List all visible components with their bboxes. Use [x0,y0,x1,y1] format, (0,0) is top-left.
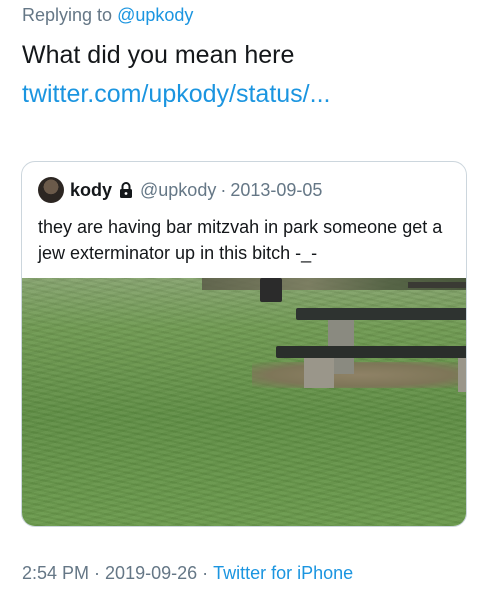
quoted-tweet-header: kody @upkody · 2013-09-05 [38,177,322,203]
photo-bench-top [276,346,466,358]
photo-far-table [408,282,466,288]
photo-trash-bin [260,278,282,302]
replying-to-label: Replying to [22,5,113,25]
tweet-status-link[interactable]: twitter.com/upkody/status/... [22,80,330,108]
quoted-user-meta: @upkody · 2013-09-05 [140,180,322,201]
quoted-tweet-date: 2013-09-05 [230,179,323,200]
tweet-text: What did you mean here [22,41,295,69]
quoted-tweet-photo[interactable] [22,278,466,526]
tweet-time: 2:54 PM [22,563,90,583]
tweet-source-link[interactable]: Twitter for iPhone [213,563,353,583]
quoted-tweet-card[interactable]: kody @upkody · 2013-09-05 they are having … [21,161,467,527]
quoted-user-handle: @upkody [140,179,217,200]
replying-to-line: Replying to @upkody [22,5,193,26]
footer-separator: · [94,563,101,583]
tweet-detail-view: Replying to @upkody What did you mean he… [0,0,488,600]
photo-dirt-patch [252,362,466,388]
tweet-body: What did you mean here twitter.com/upkod… [22,36,472,114]
photo-bench-leg [304,358,334,388]
lock-icon [120,182,133,198]
quoted-user-name: kody [70,179,113,200]
footer-separator: · [202,563,209,583]
tweet-date: 2019-09-26 [105,563,198,583]
avatar[interactable] [38,177,64,203]
meta-separator: · [220,179,227,200]
replying-to-handle-link[interactable]: @upkody [117,5,193,25]
photo-picnic-table-top [296,308,466,320]
photo-bench-leg [458,358,466,392]
quoted-tweet-text: they are having bar mitzvah in park some… [38,217,443,263]
tweet-footer: 2:54 PM · 2019-09-26 · Twitter for iPhone [22,563,353,584]
